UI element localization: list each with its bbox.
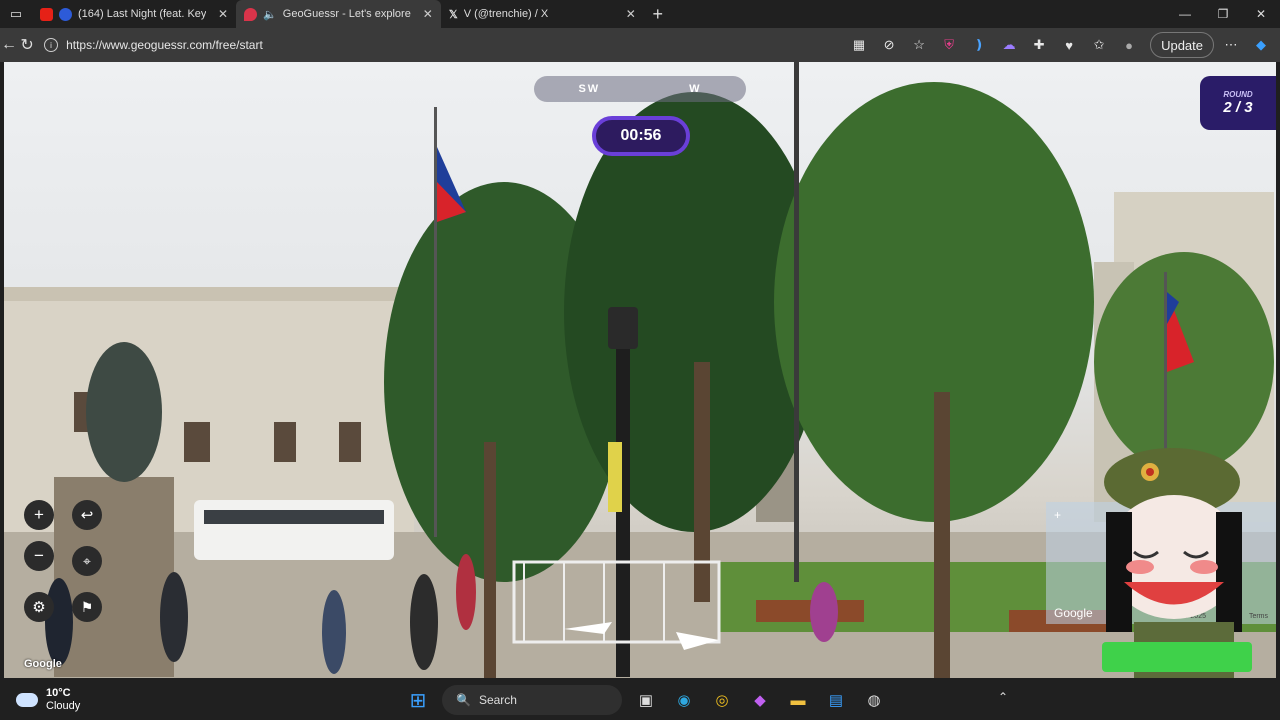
address-toolbar: ← ↻ i https://www.geoguessr.com/free/sta… <box>0 28 1280 62</box>
return-to-start-button[interactable]: ⌖ <box>72 546 102 576</box>
undo-move-button[interactable]: ↩ <box>72 500 102 530</box>
new-tab-button[interactable]: + <box>644 0 672 28</box>
weather-condition: Cloudy <box>46 700 81 712</box>
location-pin-icon <box>244 7 258 21</box>
close-window-icon[interactable]: ✕ <box>1242 0 1280 28</box>
zoom-in-button[interactable]: + <box>24 500 54 530</box>
close-tab-icon[interactable]: ✕ <box>423 7 433 21</box>
maximize-icon[interactable]: ❐ <box>1204 0 1242 28</box>
more-menu-icon[interactable]: ⋯ <box>1218 32 1244 58</box>
cloud-extension-icon[interactable]: ☁ <box>996 32 1022 58</box>
youtube-icon <box>40 7 53 21</box>
address-bar[interactable]: i https://www.geoguessr.com/free/start <box>36 32 846 58</box>
reload-icon[interactable]: ↻ <box>18 30 36 60</box>
settings-gear-icon[interactable]: ⚙ <box>24 592 54 622</box>
compass-heading-sw: SW <box>578 83 601 95</box>
close-tab-icon[interactable]: ✕ <box>218 7 228 21</box>
timer-value: 00:56 <box>620 127 662 144</box>
tab-title: GeoGuessr - Let's explore th <box>282 8 411 20</box>
x-logo-icon: 𝕏 <box>448 8 458 21</box>
back-icon[interactable]: ← <box>0 30 18 60</box>
extensions-area: ▦ ⊘ ☆ ⛨ ❫ ☁ ✚ ♥ ✩ ● Update ⋯ ◆ <box>846 32 1280 58</box>
weather-temperature: 10°C <box>46 687 71 699</box>
taskbar-apps: ⊞ 🔍 Search ▣ ◉ ◎ ◆ ▬ ▤ ◍ <box>404 680 888 720</box>
taskbar-search[interactable]: 🔍 Search <box>442 685 622 715</box>
profile-avatar-icon[interactable]: ● <box>1116 32 1142 58</box>
shield-extension-icon[interactable]: ⛨ <box>936 32 962 58</box>
copilot-icon[interactable]: ◆ <box>1248 32 1274 58</box>
obs-app-icon[interactable]: ◍ <box>860 686 888 714</box>
cloud-weather-icon <box>16 693 38 707</box>
search-label: Search <box>478 693 517 707</box>
streamer-avatar-overlay <box>1102 448 1252 678</box>
tab-geoguessr[interactable]: 🔈 GeoGuessr - Let's explore th ✕ <box>236 0 441 28</box>
round-timer: 00:56 <box>592 116 690 156</box>
file-explorer-icon[interactable]: ▬ <box>784 686 812 714</box>
edge-browser-icon[interactable]: ◉ <box>670 686 698 714</box>
google-watermark: Google <box>24 658 62 670</box>
extensions-puzzle-icon[interactable]: ✚ <box>1026 32 1052 58</box>
round-value: 2 / 3 <box>1223 99 1253 116</box>
compass-strip: SW W <box>534 76 746 102</box>
zoom-out-button[interactable]: − <box>24 541 54 571</box>
speaker-icon[interactable]: 🔈 <box>263 8 277 21</box>
round-label: ROUND <box>1223 90 1253 99</box>
tracking-prevention-icon[interactable]: ⊘ <box>876 32 902 58</box>
microsoft-store-icon[interactable]: ▤ <box>822 686 850 714</box>
window-controls: — ❐ ✕ <box>1166 0 1280 28</box>
tab-title: V (@trenchie) / X <box>463 8 549 20</box>
browser-essentials-icon[interactable]: ♥ <box>1056 32 1082 58</box>
site-info-icon[interactable]: i <box>44 38 59 52</box>
read-aloud-icon[interactable]: ❫ <box>966 32 992 58</box>
street-view-panorama[interactable]: SW W 00:56 ROUND 2 / 3 + ↩ − ⌖ ⚙ ⚑ Googl… <box>4 62 1276 678</box>
os-taskbar: 10°C Cloudy ⊞ 🔍 Search ▣ ◉ ◎ ◆ ▬ ▤ ◍ ⌃ <box>0 680 1280 720</box>
tab-x[interactable]: 𝕏 V (@trenchie) / X ✕ <box>441 0 644 28</box>
system-tray-chevron-icon[interactable]: ⌃ <box>998 690 1008 704</box>
chrome-icon[interactable]: ◎ <box>708 686 736 714</box>
tab-strip: ▭ (164) Last Night (feat. Keyshi ✕ 🔈 Geo… <box>0 0 1280 28</box>
compass-heading-w: W <box>689 83 702 95</box>
weather-widget[interactable]: 10°C Cloudy <box>0 687 300 713</box>
update-button[interactable]: Update <box>1150 32 1214 58</box>
close-tab-icon[interactable]: ✕ <box>626 7 636 21</box>
audio-indicator-icon <box>59 7 72 21</box>
search-icon: 🔍 <box>456 693 471 707</box>
favorite-star-icon[interactable]: ☆ <box>906 32 932 58</box>
copilot-app-icon[interactable]: ◆ <box>746 686 774 714</box>
flag-checkpoint-button[interactable]: ⚑ <box>72 592 102 622</box>
task-view-icon[interactable]: ▣ <box>632 686 660 714</box>
tab-youtube[interactable]: (164) Last Night (feat. Keyshi ✕ <box>32 0 236 28</box>
minimize-icon[interactable]: — <box>1166 0 1204 28</box>
url-text: https://www.geoguessr.com/free/start <box>66 38 263 52</box>
tab-title: (164) Last Night (feat. Keyshi <box>78 8 206 20</box>
split-screen-icon[interactable]: ▦ <box>846 32 872 58</box>
favorites-icon[interactable]: ✩ <box>1086 32 1112 58</box>
windows-start-icon[interactable]: ⊞ <box>404 686 432 714</box>
round-indicator: ROUND 2 / 3 <box>1200 76 1276 130</box>
tab-actions-icon[interactable]: ▭ <box>0 0 32 28</box>
